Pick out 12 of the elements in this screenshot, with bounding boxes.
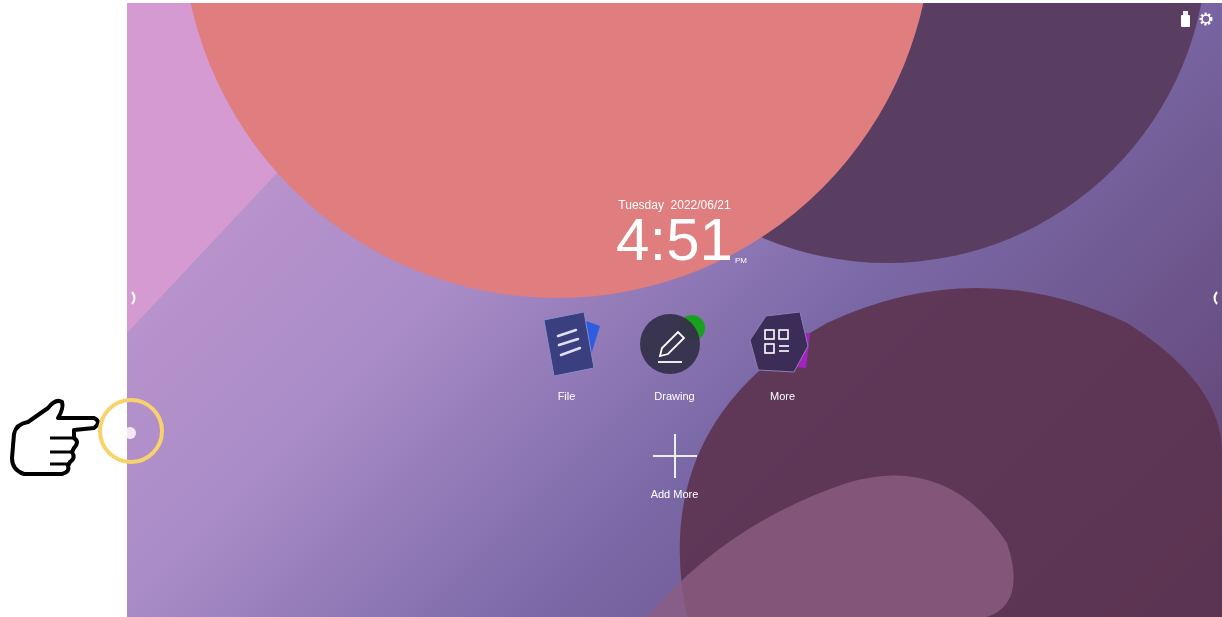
- side-handle-icon[interactable]: [1212, 291, 1218, 305]
- add-more-button[interactable]: Add More: [634, 434, 715, 500]
- date-text: Tuesday 2022/06/21: [618, 198, 731, 212]
- settings-icon[interactable]: [1198, 11, 1214, 27]
- meridiem-text: PM: [734, 256, 747, 265]
- app-shortcut[interactable]: Drawing: [639, 310, 710, 402]
- usb-drive-icon[interactable]: [1181, 11, 1190, 27]
- app-shortcut[interactable]: More: [747, 310, 818, 402]
- plus-icon: [652, 434, 697, 478]
- side-handle-icon[interactable]: [131, 291, 137, 305]
- clock-time: 4:51: [616, 212, 733, 268]
- app-shortcut[interactable]: File: [531, 310, 602, 402]
